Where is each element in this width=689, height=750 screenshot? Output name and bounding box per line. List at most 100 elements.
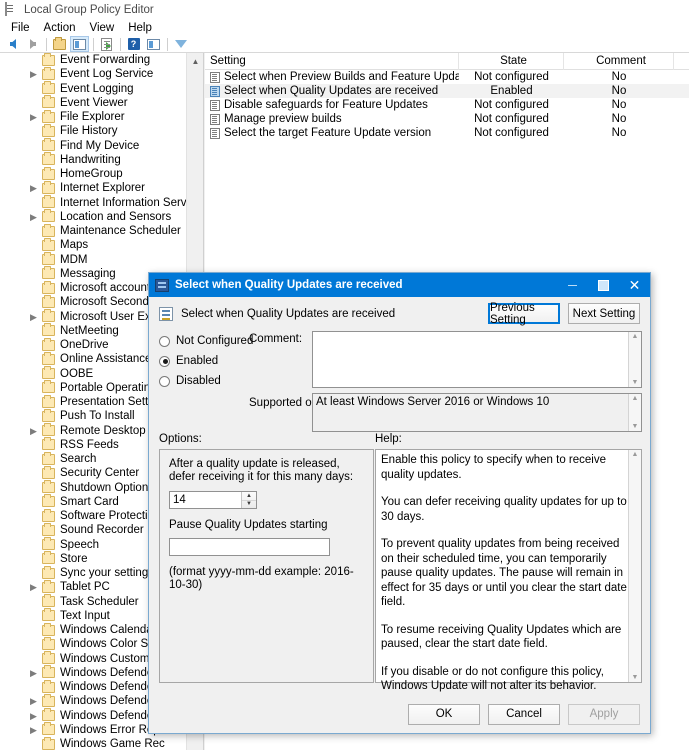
folder-icon bbox=[42, 337, 55, 351]
minimize-icon[interactable] bbox=[557, 273, 588, 297]
tree-item[interactable]: Internet Information Services bbox=[0, 195, 203, 210]
folder-icon bbox=[42, 608, 55, 622]
chevron-right-icon[interactable]: ▶ bbox=[30, 113, 37, 122]
folder-icon bbox=[42, 280, 55, 294]
apply-button: Apply bbox=[568, 703, 640, 725]
chevron-right-icon[interactable]: ▶ bbox=[30, 583, 37, 592]
menu-help[interactable]: Help bbox=[121, 21, 159, 35]
settings-row[interactable]: Select when Preview Builds and Feature U… bbox=[205, 70, 689, 84]
tree-item[interactable]: Event Logging bbox=[0, 81, 187, 96]
supported-on-scrollbar[interactable]: ▲ ▼ bbox=[628, 394, 641, 431]
tree-item-label: Tablet PC bbox=[60, 581, 110, 594]
up-one-level-icon[interactable] bbox=[50, 36, 69, 52]
tree-item[interactable]: ▶ Location and Sensors bbox=[0, 209, 187, 224]
chevron-right-icon[interactable]: ▶ bbox=[30, 212, 37, 221]
setting-comment: No bbox=[611, 127, 627, 139]
defer-days-spinner-arrows[interactable]: ▲ ▼ bbox=[241, 492, 256, 508]
radio-enabled-indicator bbox=[159, 355, 170, 367]
help-scrollbar[interactable]: ▲ ▼ bbox=[628, 450, 641, 682]
setting-comment: No bbox=[611, 99, 627, 111]
help-paragraph: Enable this policy to specify when to re… bbox=[381, 454, 607, 481]
defer-days-spinner[interactable]: 14 ▲ ▼ bbox=[169, 491, 257, 509]
folder-icon bbox=[42, 294, 55, 308]
tree-item[interactable]: Event Forwarding bbox=[0, 53, 187, 67]
settings-row[interactable]: Manage preview builds Not configured No bbox=[205, 112, 689, 126]
column-header-setting[interactable]: Setting bbox=[205, 52, 459, 70]
cancel-button[interactable]: Cancel bbox=[488, 703, 560, 725]
tree-item[interactable]: MDM bbox=[0, 252, 187, 267]
setting-name: Select when Quality Updates are received bbox=[224, 85, 439, 97]
folder-icon bbox=[42, 679, 55, 693]
folder-icon bbox=[42, 209, 55, 223]
dialog-state-region: Not Configured Enabled Disabled Comment:… bbox=[149, 331, 650, 437]
folder-icon bbox=[42, 693, 55, 707]
tree-item-label: OOBE bbox=[60, 367, 94, 380]
close-icon[interactable]: ✕ bbox=[619, 273, 650, 297]
folder-icon bbox=[42, 579, 55, 593]
settings-row[interactable]: Disable safeguards for Feature Updates No… bbox=[205, 98, 689, 112]
policy-setting-dialog: Select when Quality Updates are received… bbox=[148, 272, 651, 734]
folder-icon bbox=[42, 109, 55, 123]
tree-item[interactable]: ▶ File Explorer bbox=[0, 109, 187, 124]
next-setting-button[interactable]: Next Setting bbox=[568, 303, 640, 324]
tree-item[interactable]: Find My Device bbox=[0, 138, 187, 153]
chevron-right-icon[interactable]: ▶ bbox=[30, 426, 37, 435]
folder-icon bbox=[42, 708, 55, 722]
ok-button[interactable]: OK bbox=[408, 703, 480, 725]
spinner-up-icon[interactable]: ▲ bbox=[242, 492, 256, 501]
help-paragraph: To resume receiving Quality Updates whic… bbox=[381, 623, 622, 651]
column-header-state[interactable]: State bbox=[459, 52, 564, 70]
menu-view[interactable]: View bbox=[83, 21, 122, 35]
back-arrow-icon[interactable] bbox=[3, 36, 22, 52]
tree-item[interactable]: Windows Game Rec bbox=[0, 736, 187, 750]
filter-icon[interactable] bbox=[171, 36, 190, 60]
menu-file[interactable]: File bbox=[4, 21, 37, 35]
tree-item[interactable]: HomeGroup bbox=[0, 166, 187, 181]
settings-row[interactable]: Select the target Feature Update version… bbox=[205, 126, 689, 140]
chevron-right-icon[interactable]: ▶ bbox=[30, 312, 37, 321]
chevron-right-icon[interactable]: ▶ bbox=[30, 184, 37, 193]
maximize-icon[interactable] bbox=[588, 273, 619, 297]
tree-item[interactable]: ▶ Internet Explorer bbox=[0, 180, 187, 195]
dialog-footer: OK Cancel Apply bbox=[149, 695, 650, 733]
radio-enabled[interactable]: Enabled bbox=[159, 351, 269, 371]
tree-item[interactable]: Maintenance Scheduler bbox=[0, 223, 187, 238]
tree-item[interactable]: File History bbox=[0, 123, 187, 138]
chevron-right-icon[interactable]: ▶ bbox=[30, 697, 37, 706]
defer-days-label: After a quality update is released, defe… bbox=[169, 458, 354, 483]
setting-state: Not configured bbox=[474, 71, 549, 83]
tree-item-label: Push To Install bbox=[60, 410, 135, 423]
spinner-down-icon[interactable]: ▼ bbox=[242, 501, 256, 509]
show-hide-tree-icon[interactable] bbox=[70, 36, 89, 52]
tree-item[interactable]: ▶ Event Log Service bbox=[0, 66, 187, 81]
chevron-right-icon[interactable]: ▶ bbox=[30, 70, 37, 79]
comment-textarea[interactable]: ▲ ▼ bbox=[312, 331, 642, 388]
chevron-right-icon[interactable]: ▶ bbox=[30, 668, 37, 677]
tree-item[interactable]: Handwriting bbox=[0, 152, 187, 167]
column-header-comment[interactable]: Comment bbox=[564, 52, 674, 70]
chevron-right-icon[interactable]: ▶ bbox=[30, 711, 37, 720]
properties-icon[interactable] bbox=[144, 36, 163, 52]
radio-disabled[interactable]: Disabled bbox=[159, 371, 269, 391]
comment-scrollbar[interactable]: ▲ ▼ bbox=[628, 332, 641, 387]
help-icon[interactable]: ? bbox=[124, 36, 143, 52]
tree-scroll-up-icon[interactable]: ▲ bbox=[187, 53, 203, 70]
forward-arrow-icon[interactable] bbox=[23, 36, 42, 52]
previous-setting-button[interactable]: Previous Setting bbox=[488, 302, 560, 326]
radio-disabled-indicator bbox=[159, 375, 170, 387]
folder-icon bbox=[42, 565, 55, 579]
options-label: Options: bbox=[159, 433, 202, 445]
options-panel: After a quality update is released, defe… bbox=[159, 449, 374, 683]
folder-icon bbox=[42, 437, 55, 451]
policy-icon bbox=[210, 113, 220, 125]
pause-start-input[interactable] bbox=[169, 538, 330, 556]
settings-row[interactable]: Select when Quality Updates are received… bbox=[205, 84, 689, 98]
supported-on-field: At least Windows Server 2016 or Windows … bbox=[312, 393, 642, 432]
folder-icon bbox=[42, 66, 55, 80]
tree-item[interactable]: Maps bbox=[0, 237, 187, 252]
chevron-right-icon[interactable]: ▶ bbox=[30, 725, 37, 734]
menu-action[interactable]: Action bbox=[37, 21, 83, 35]
tree-item[interactable]: Event Viewer bbox=[0, 95, 187, 110]
setting-comment: No bbox=[611, 71, 627, 83]
export-list-icon[interactable] bbox=[97, 36, 116, 52]
